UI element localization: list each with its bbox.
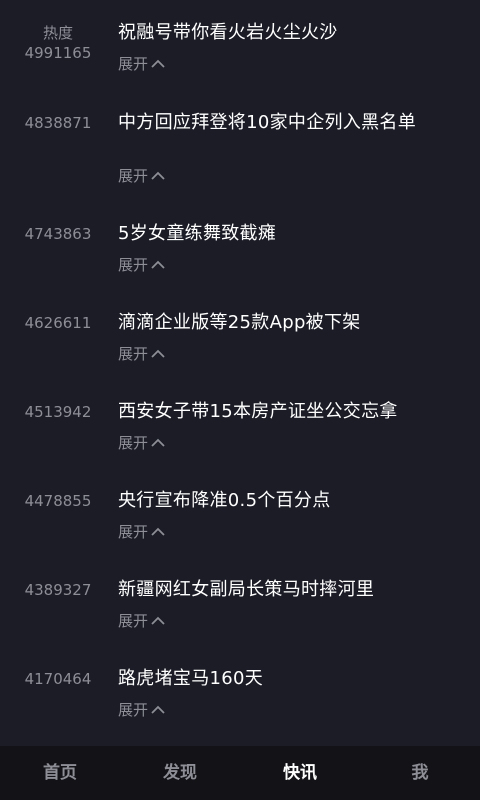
heat-value: 4170464 — [24, 670, 92, 688]
heat-header: 热度 — [42, 24, 73, 42]
tab-flash-news[interactable]: 快讯 — [240, 746, 360, 800]
news-title[interactable]: 西安女子带15本房产证坐公交忘拿 — [118, 400, 448, 423]
screen: 热度 4991165 祝融号带你看火岩火尘火沙 展开 4838871 中方回应拜… — [0, 0, 480, 800]
chevron-up-icon — [151, 59, 165, 68]
heat-value: 4478855 — [24, 492, 92, 510]
expand-label: 展开 — [118, 256, 149, 274]
chevron-up-icon — [151, 705, 165, 714]
heat-value: 4389327 — [24, 581, 92, 599]
expand-label: 展开 — [118, 523, 149, 541]
expand-toggle[interactable]: 展开 — [118, 55, 165, 73]
bottom-tab-bar: 首页 发现 快讯 我 — [0, 746, 480, 800]
expand-label: 展开 — [118, 612, 149, 630]
heat-value: 4838871 — [24, 114, 92, 132]
heat-value: 4991165 — [24, 44, 92, 62]
chevron-up-icon — [151, 171, 165, 180]
list-item[interactable]: 4513942 西安女子带15本房产证坐公交忘拿 展开 — [0, 390, 480, 470]
list-item[interactable]: 热度 4991165 祝融号带你看火岩火尘火沙 展开 — [0, 0, 480, 88]
news-title[interactable]: 滴滴企业版等25款App被下架 — [118, 311, 448, 334]
heat-value: 4513942 — [24, 403, 92, 421]
news-title[interactable]: 新疆网红女副局长策马时摔河里 — [118, 578, 448, 601]
expand-label: 展开 — [118, 434, 149, 452]
expand-toggle[interactable]: 展开 — [118, 434, 165, 452]
list-item[interactable]: 4743863 5岁女童练舞致截瘫 展开 — [0, 212, 480, 292]
expand-toggle[interactable]: 展开 — [118, 256, 165, 274]
list-item[interactable]: 4838871 中方回应拜登将10家中企列入黑名单 展开 — [0, 100, 480, 200]
hot-news-list: 热度 4991165 祝融号带你看火岩火尘火沙 展开 4838871 中方回应拜… — [0, 0, 480, 746]
list-item[interactable]: 4170464 路虎堵宝马160天 展开 — [0, 657, 480, 737]
list-item[interactable]: 4478855 央行宣布降准0.5个百分点 展开 — [0, 479, 480, 559]
chevron-up-icon — [151, 527, 165, 536]
expand-toggle[interactable]: 展开 — [118, 523, 165, 541]
expand-toggle[interactable]: 展开 — [118, 345, 165, 363]
chevron-up-icon — [151, 438, 165, 447]
news-title[interactable]: 路虎堵宝马160天 — [118, 667, 448, 690]
heat-value: 4626611 — [24, 314, 92, 332]
expand-toggle[interactable]: 展开 — [118, 612, 165, 630]
news-title[interactable]: 祝融号带你看火岩火尘火沙 — [118, 21, 448, 44]
news-title[interactable]: 央行宣布降准0.5个百分点 — [118, 489, 448, 512]
tab-me[interactable]: 我 — [360, 746, 480, 800]
chevron-up-icon — [151, 349, 165, 358]
list-item[interactable]: 4389327 新疆网红女副局长策马时摔河里 展开 — [0, 568, 480, 648]
expand-label: 展开 — [118, 55, 149, 73]
tab-discover[interactable]: 发现 — [120, 746, 240, 800]
news-title[interactable]: 5岁女童练舞致截瘫 — [118, 222, 448, 245]
news-title[interactable]: 中方回应拜登将10家中企列入黑名单 — [118, 111, 448, 134]
chevron-up-icon — [151, 260, 165, 269]
expand-toggle[interactable]: 展开 — [118, 167, 165, 185]
expand-label: 展开 — [118, 167, 149, 185]
chevron-up-icon — [151, 616, 165, 625]
expand-toggle[interactable]: 展开 — [118, 701, 165, 719]
expand-label: 展开 — [118, 701, 149, 719]
heat-value: 4743863 — [24, 225, 92, 243]
expand-label: 展开 — [118, 345, 149, 363]
list-item[interactable]: 4626611 滴滴企业版等25款App被下架 展开 — [0, 301, 480, 381]
tab-home[interactable]: 首页 — [0, 746, 120, 800]
